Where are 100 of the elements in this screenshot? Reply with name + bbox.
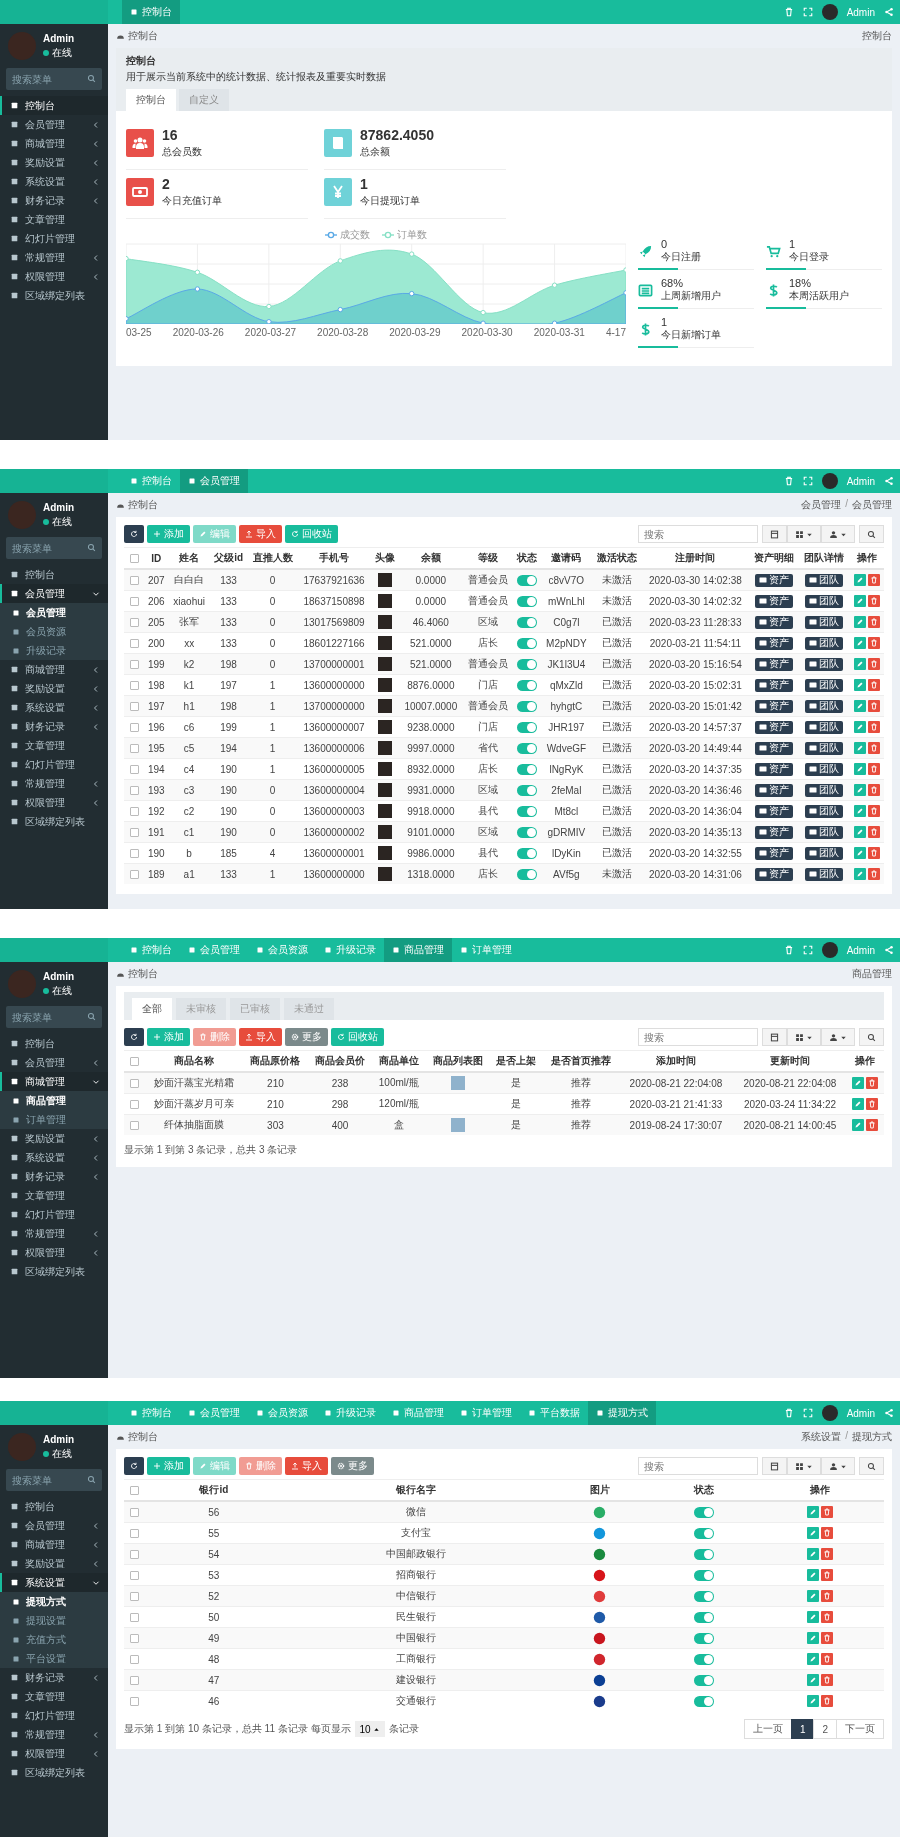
submenu-item[interactable]: 充值方式 xyxy=(0,1630,108,1649)
delete-button[interactable] xyxy=(867,658,880,671)
breadcrumb-link[interactable]: 系统设置 xyxy=(801,1430,842,1444)
more-button[interactable]: 更多 xyxy=(331,1457,374,1475)
row-checkbox[interactable] xyxy=(129,1486,139,1496)
row-checkbox[interactable] xyxy=(129,1529,139,1539)
menu-item[interactable]: 财务记录 xyxy=(0,191,108,210)
search-field[interactable]: 搜索 xyxy=(638,1028,758,1046)
search-field[interactable]: 搜索菜单 xyxy=(6,1469,102,1491)
share-button[interactable] xyxy=(884,945,894,955)
detail-button[interactable]: 资产 xyxy=(755,846,794,860)
detail-button[interactable]: 资产 xyxy=(755,699,794,713)
row-checkbox[interactable] xyxy=(129,597,139,607)
toggle-switch[interactable] xyxy=(516,574,537,586)
page-button[interactable]: 下一页 xyxy=(836,1719,884,1739)
delete-button[interactable] xyxy=(820,1695,833,1708)
row-checkbox[interactable] xyxy=(129,681,139,691)
detail-button[interactable]: 团队 xyxy=(805,762,844,776)
menu-item[interactable]: 系统设置 xyxy=(0,1148,108,1167)
edit-button[interactable] xyxy=(852,1119,865,1132)
row-checkbox[interactable] xyxy=(129,1550,139,1560)
toggle-switch[interactable] xyxy=(516,847,537,859)
breadcrumb-link[interactable]: 控制台 xyxy=(862,29,892,43)
menu-item[interactable]: 权限管理 xyxy=(0,1744,108,1763)
menu-item[interactable]: 权限管理 xyxy=(0,267,108,286)
detail-button[interactable]: 团队 xyxy=(805,573,844,587)
toggle-switch[interactable] xyxy=(693,1590,714,1602)
row-checkbox[interactable] xyxy=(129,660,139,670)
delete-button[interactable] xyxy=(867,847,880,860)
row-checkbox[interactable] xyxy=(129,849,139,859)
toggle-switch[interactable] xyxy=(516,763,537,775)
row-checkbox[interactable] xyxy=(129,554,139,564)
edit-button[interactable] xyxy=(853,826,866,839)
toggle-switch[interactable] xyxy=(693,1674,714,1686)
submenu-item[interactable]: 订单管理 xyxy=(0,1110,108,1129)
clear-cache-button[interactable] xyxy=(783,7,794,17)
edit-button[interactable] xyxy=(806,1548,819,1561)
share-button[interactable] xyxy=(884,476,894,486)
delete-button[interactable] xyxy=(820,1527,833,1540)
refresh-button[interactable] xyxy=(124,1457,144,1475)
detail-button[interactable]: 资产 xyxy=(755,804,794,818)
menu-item[interactable]: 系统设置 xyxy=(0,1573,108,1592)
breadcrumb-link[interactable]: 商品管理 xyxy=(852,967,892,981)
row-checkbox[interactable] xyxy=(129,618,139,628)
delete-button[interactable] xyxy=(867,616,880,629)
toggle-switch[interactable] xyxy=(693,1695,714,1707)
toggle-switch[interactable] xyxy=(516,616,537,628)
delete-button[interactable] xyxy=(820,1632,833,1645)
menu-item[interactable]: 控制台 xyxy=(0,1497,108,1516)
search-button[interactable] xyxy=(859,1028,884,1046)
toggle-switch[interactable] xyxy=(516,826,537,838)
detail-button[interactable]: 团队 xyxy=(805,846,844,860)
menu-item[interactable]: 奖励设置 xyxy=(0,153,108,172)
share-button[interactable] xyxy=(884,7,894,17)
edit-button[interactable] xyxy=(806,1506,819,1519)
row-checkbox[interactable] xyxy=(129,1057,139,1067)
edit-button[interactable] xyxy=(852,1077,865,1090)
detail-button[interactable]: 团队 xyxy=(805,657,844,671)
toggle-switch[interactable] xyxy=(693,1506,714,1518)
menu-item[interactable]: 幻灯片管理 xyxy=(0,229,108,248)
search-field[interactable]: 搜索菜单 xyxy=(6,1006,102,1028)
detail-button[interactable]: 团队 xyxy=(805,804,844,818)
menu-item[interactable]: 幻灯片管理 xyxy=(0,1205,108,1224)
breadcrumb-link[interactable]: 控制台 xyxy=(116,29,158,43)
submenu-item[interactable]: 提现设置 xyxy=(0,1611,108,1630)
menu-item[interactable]: 常规管理 xyxy=(0,1224,108,1243)
edit-button[interactable] xyxy=(853,805,866,818)
search-field[interactable]: 搜索 xyxy=(638,525,758,543)
edit-button[interactable] xyxy=(806,1674,819,1687)
toggle-switch[interactable] xyxy=(693,1569,714,1581)
toggle-switch[interactable] xyxy=(693,1611,714,1623)
view-toggle-button[interactable] xyxy=(787,1457,821,1475)
row-checkbox[interactable] xyxy=(129,1676,139,1686)
menu-item[interactable]: 商城管理 xyxy=(0,660,108,679)
menu-item[interactable]: 控制台 xyxy=(0,565,108,584)
edit-button[interactable] xyxy=(806,1632,819,1645)
columns-button[interactable] xyxy=(762,525,787,543)
clear-cache-button[interactable] xyxy=(783,945,794,955)
breadcrumb-link[interactable]: 提现方式 xyxy=(852,1430,892,1444)
refresh-button[interactable] xyxy=(124,525,144,543)
page-button[interactable]: 2 xyxy=(813,1719,837,1739)
detail-button[interactable]: 资产 xyxy=(755,741,794,755)
toggle-switch[interactable] xyxy=(693,1632,714,1644)
detail-button[interactable]: 资产 xyxy=(755,594,794,608)
search-button[interactable] xyxy=(859,525,884,543)
delete-button[interactable] xyxy=(820,1653,833,1666)
row-checkbox[interactable] xyxy=(129,1592,139,1602)
import-button[interactable]: 导入 xyxy=(285,1457,328,1475)
toggle-switch[interactable] xyxy=(516,658,537,670)
delete-button[interactable] xyxy=(867,742,880,755)
detail-button[interactable]: 团队 xyxy=(805,594,844,608)
delete-button[interactable] xyxy=(867,868,880,881)
row-checkbox[interactable] xyxy=(129,1655,139,1665)
menu-item[interactable]: 权限管理 xyxy=(0,1243,108,1262)
edit-button[interactable] xyxy=(853,658,866,671)
edit-button[interactable] xyxy=(806,1611,819,1624)
edit-button[interactable] xyxy=(853,700,866,713)
edit-button[interactable] xyxy=(853,637,866,650)
detail-button[interactable]: 资产 xyxy=(755,657,794,671)
toggle-switch[interactable] xyxy=(693,1548,714,1560)
